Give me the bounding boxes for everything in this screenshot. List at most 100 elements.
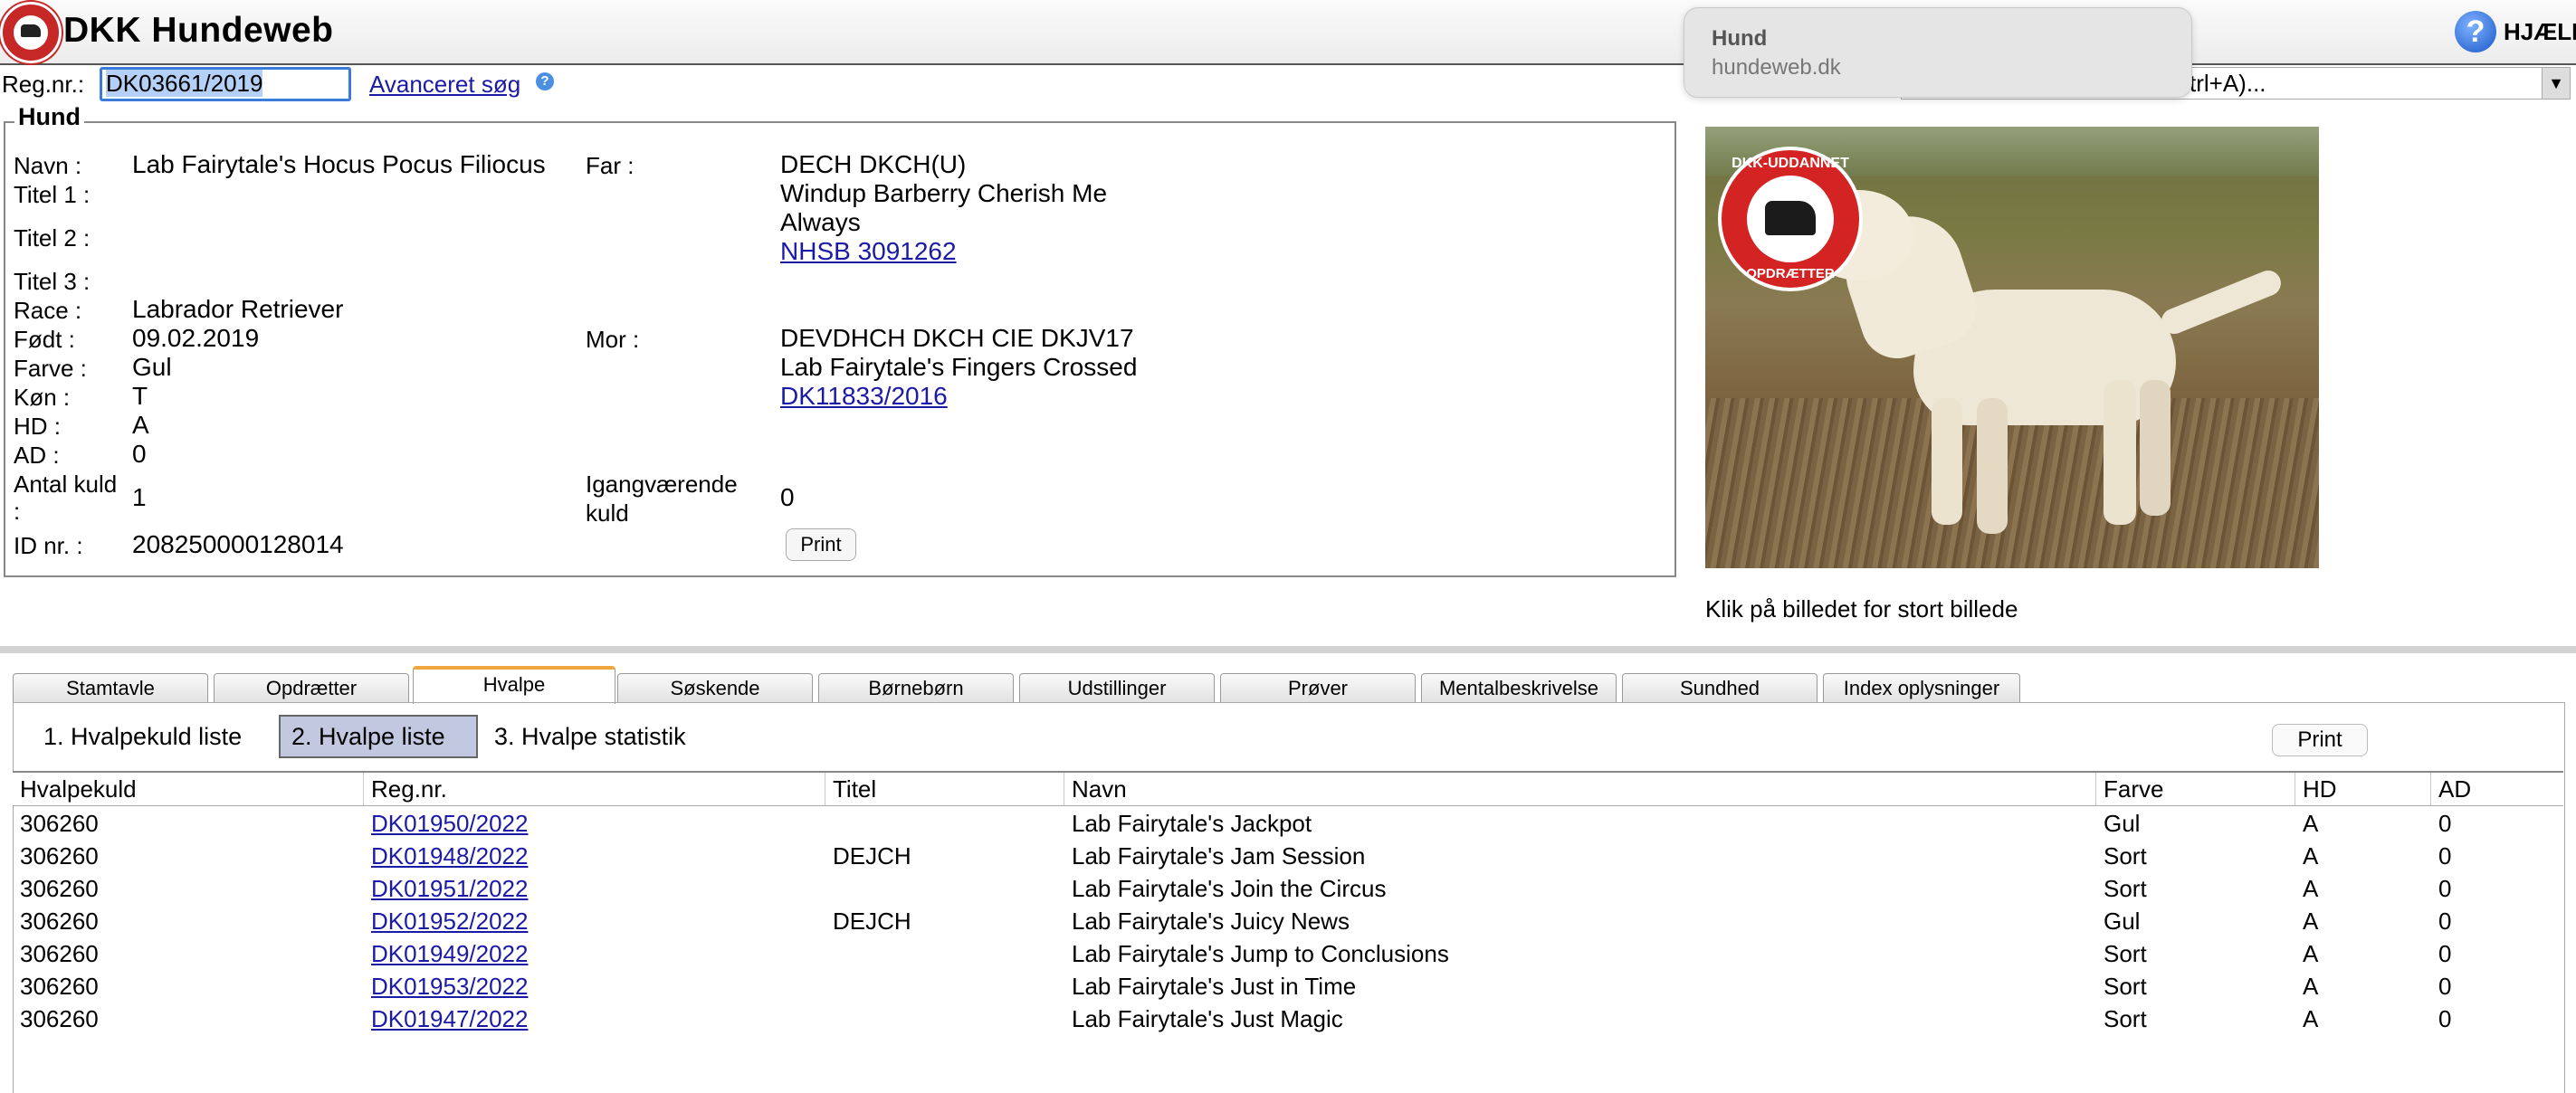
tab-index-oplysninger[interactable]: Index oplysninger xyxy=(1823,673,2020,702)
print-dog-button[interactable]: Print xyxy=(786,528,856,561)
cell-navn: Lab Fairytale's Join the Circus xyxy=(1072,875,1387,902)
cell-hvalpekuld: 306260 xyxy=(20,1005,99,1032)
titel3-label: Titel 3 : xyxy=(14,268,91,295)
regnr-input[interactable]: DK03661/2019 xyxy=(100,67,351,101)
cell-titel xyxy=(825,807,833,840)
cell-ad: 0 xyxy=(2438,842,2452,870)
cell-regnr-link[interactable]: DK01952/2022 xyxy=(364,905,528,937)
breeder-badge-icon: DKK-UDDANNET OPDRÆTTER xyxy=(1718,147,1863,291)
farve-value: Gul xyxy=(132,353,172,381)
table-row: 306260 DK01949/2022 Lab Fairytale's Jump… xyxy=(13,937,2563,970)
advanced-search-link[interactable]: Avanceret søg xyxy=(369,71,520,99)
cell-navn: Lab Fairytale's Jump to Conclusions xyxy=(1072,940,1449,967)
far-name-line2: Always xyxy=(780,208,861,236)
cell-ad: 0 xyxy=(2438,1005,2452,1032)
column-header-ad[interactable]: AD xyxy=(2431,773,2563,805)
cell-farve: Sort xyxy=(2104,1005,2147,1032)
column-header-regnr[interactable]: Reg.nr. xyxy=(364,773,825,805)
table-header: Hvalpekuld Reg.nr. Titel Navn Farve HD A… xyxy=(13,771,2563,806)
cell-titel: DEJCH xyxy=(833,842,911,870)
chevron-down-icon[interactable]: ▼ xyxy=(2542,68,2570,99)
tab-opdraetter[interactable]: Opdrætter xyxy=(214,673,409,702)
cell-hd: A xyxy=(2303,973,2319,1000)
cell-hvalpekuld: 306260 xyxy=(20,908,99,935)
help-link[interactable]: HJÆLP xyxy=(2504,18,2576,46)
info-icon[interactable]: ? xyxy=(536,72,554,90)
titel1-label: Titel 1 : xyxy=(14,181,91,208)
tab-prover[interactable]: Prøver xyxy=(1220,673,1416,702)
tab-sundhed[interactable]: Sundhed xyxy=(1622,673,1818,702)
cell-hvalpekuld: 306260 xyxy=(20,875,99,902)
help-icon[interactable]: ? xyxy=(2455,11,2496,52)
column-header-farve[interactable]: Farve xyxy=(2096,773,2295,805)
cell-farve: Sort xyxy=(2104,973,2147,1000)
hd-value: A xyxy=(132,411,149,439)
cell-hd: A xyxy=(2303,908,2319,935)
id-nr-label: ID nr. : xyxy=(14,532,83,559)
mor-regnr-link[interactable]: DK11833/2016 xyxy=(780,382,948,411)
cell-hvalpekuld: 306260 xyxy=(20,810,99,837)
cell-titel xyxy=(825,970,833,1003)
tab-stamtavle[interactable]: Stamtavle xyxy=(13,673,208,702)
fodt-label: Født : xyxy=(14,326,75,353)
popup-url: hundeweb.dk xyxy=(1712,55,1841,80)
cell-hvalpekuld: 306260 xyxy=(20,842,99,870)
tab-udstillinger[interactable]: Udstillinger xyxy=(1019,673,1215,702)
column-header-hvalpekuld[interactable]: Hvalpekuld xyxy=(13,773,364,805)
cell-navn: Lab Fairytale's Just Magic xyxy=(1072,1005,1343,1032)
print-list-button[interactable]: Print xyxy=(2272,724,2368,756)
table-row: 306260 DK01951/2022 Lab Fairytale's Join… xyxy=(13,872,2563,905)
column-header-titel[interactable]: Titel xyxy=(825,773,1064,805)
far-label: Far : xyxy=(586,152,634,179)
cell-regnr-link[interactable]: DK01947/2022 xyxy=(364,1003,528,1035)
cell-titel xyxy=(825,937,833,970)
dog-photo[interactable]: DKK-UDDANNET OPDRÆTTER xyxy=(1705,127,2319,568)
dkk-logo-icon[interactable] xyxy=(0,2,62,63)
far-titles: DECH DKCH(U) xyxy=(780,150,967,178)
cell-hvalpekuld: 306260 xyxy=(20,973,99,1000)
table-row: 306260 DK01948/2022 DEJCH Lab Fairytale'… xyxy=(13,840,2563,872)
popup-title: Hund xyxy=(1712,26,1768,51)
section-divider xyxy=(0,646,2576,653)
cell-regnr-link[interactable]: DK01949/2022 xyxy=(364,937,528,970)
cell-regnr-link[interactable]: DK01950/2022 xyxy=(364,807,528,840)
subtab-hvalpekuld-liste[interactable]: 1. Hvalpekuld liste xyxy=(33,715,253,758)
subtab-hvalpe-statistik[interactable]: 3. Hvalpe statistik xyxy=(483,715,697,758)
cell-hd: A xyxy=(2303,875,2319,902)
tab-bornebor[interactable]: Børnebørn xyxy=(818,673,1014,702)
ad-label: AD : xyxy=(14,442,60,469)
subtab-hvalpe-liste[interactable]: 2. Hvalpe liste xyxy=(279,715,478,758)
cell-titel: DEJCH xyxy=(833,908,911,935)
far-regnr-link[interactable]: NHSB 3091262 xyxy=(780,237,957,266)
app-title: DKK Hundeweb xyxy=(63,11,334,50)
tab-hvalpe[interactable]: Hvalpe xyxy=(413,666,615,704)
race-label: Race : xyxy=(14,297,82,324)
cell-ad: 0 xyxy=(2438,810,2452,837)
ad-value: 0 xyxy=(132,440,147,468)
tab-soskende[interactable]: Søskende xyxy=(617,673,813,702)
cell-regnr-link[interactable]: DK01948/2022 xyxy=(364,840,528,872)
cell-farve: Gul xyxy=(2104,810,2141,837)
column-header-navn[interactable]: Navn xyxy=(1064,773,2096,805)
cell-ad: 0 xyxy=(2438,908,2452,935)
race-value: Labrador Retriever xyxy=(132,295,344,323)
cell-regnr-link[interactable]: DK01953/2022 xyxy=(364,970,528,1003)
cell-navn: Lab Fairytale's Jackpot xyxy=(1072,810,1312,837)
column-header-hd[interactable]: HD xyxy=(2295,773,2431,805)
tab-mentalbeskrivelse[interactable]: Mentalbeskrivelse xyxy=(1421,673,1617,702)
mor-titles: DEVDHCH DKCH CIE DKJV17 xyxy=(780,324,1134,352)
antal-kuld-label-colon: : xyxy=(14,498,21,525)
cell-hvalpekuld: 306260 xyxy=(20,940,99,967)
cell-farve: Sort xyxy=(2104,875,2147,902)
cell-farve: Gul xyxy=(2104,908,2141,935)
cell-navn: Lab Fairytale's Just in Time xyxy=(1072,973,1357,1000)
cell-ad: 0 xyxy=(2438,875,2452,902)
cell-regnr-link[interactable]: DK01951/2022 xyxy=(364,872,528,905)
badge-top-text: DKK-UDDANNET xyxy=(1732,156,1849,171)
hd-label: HD : xyxy=(14,413,61,440)
cell-navn: Lab Fairytale's Jam Session xyxy=(1072,842,1366,870)
fodt-value: 09.02.2019 xyxy=(132,324,260,352)
kon-label: Køn : xyxy=(14,384,71,411)
antal-kuld-value: 1 xyxy=(132,483,147,511)
cell-hd: A xyxy=(2303,810,2319,837)
